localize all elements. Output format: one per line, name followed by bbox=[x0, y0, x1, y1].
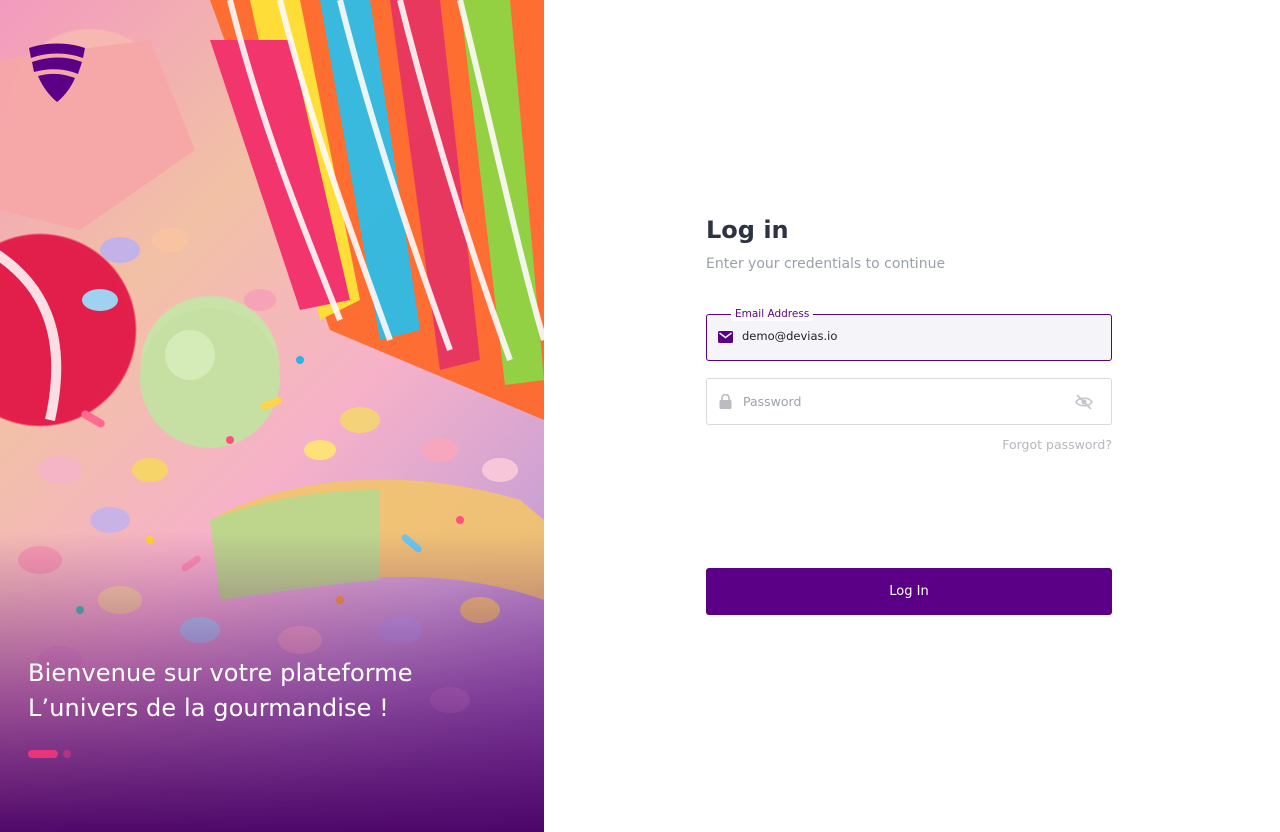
login-title: Log in bbox=[706, 216, 789, 244]
carousel-dot-active[interactable] bbox=[28, 750, 58, 758]
email-label: Email Address bbox=[731, 307, 814, 321]
hero-line-1: Bienvenue sur votre plateforme bbox=[28, 659, 413, 687]
eye-off-icon[interactable] bbox=[1075, 394, 1093, 410]
password-placeholder[interactable]: Password bbox=[743, 394, 801, 409]
hero-line-2: L’univers de la gourmandise ! bbox=[28, 694, 389, 722]
login-panel: Log in Enter your credentials to continu… bbox=[544, 0, 1280, 832]
hero-welcome-text: Bienvenue sur votre plateforme L’univers… bbox=[28, 656, 413, 726]
email-field[interactable]: Email Address demo@devias.io bbox=[706, 307, 1112, 361]
login-form: Log in Enter your credentials to continu… bbox=[706, 212, 1112, 615]
carousel-dot[interactable] bbox=[63, 750, 71, 758]
forgot-password-link[interactable]: Forgot password? bbox=[706, 437, 1112, 452]
carousel-indicators bbox=[28, 750, 71, 758]
login-page: Bienvenue sur votre plateforme L’univers… bbox=[0, 0, 1280, 832]
mail-icon bbox=[718, 331, 733, 343]
login-button[interactable]: Log In bbox=[706, 568, 1112, 615]
email-value[interactable]: demo@devias.io bbox=[742, 329, 837, 343]
hero-panel: Bienvenue sur votre plateforme L’univers… bbox=[0, 0, 544, 832]
shield-logo-icon bbox=[29, 43, 85, 102]
lock-icon bbox=[719, 394, 732, 409]
login-subtitle: Enter your credentials to continue bbox=[706, 256, 946, 272]
password-field[interactable]: Password bbox=[706, 378, 1112, 425]
